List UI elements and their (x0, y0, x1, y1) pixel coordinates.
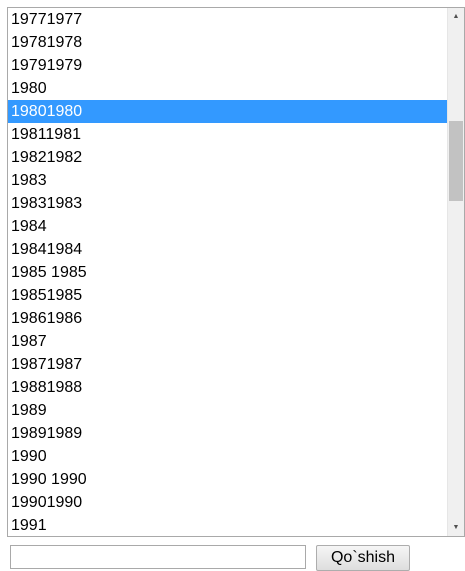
scroll-up-arrow-icon[interactable]: ▲ (448, 8, 464, 25)
list-item[interactable]: 1983 (8, 169, 447, 192)
list-item[interactable]: 19841984 (8, 238, 447, 261)
list-item[interactable]: 1990 (8, 445, 447, 468)
list-item[interactable]: 1987 (8, 330, 447, 353)
scroll-down-arrow-icon[interactable]: ▼ (448, 519, 464, 536)
list-item[interactable]: 1989 (8, 399, 447, 422)
list-item[interactable]: 1980 (8, 77, 447, 100)
list-item[interactable]: 19881988 (8, 376, 447, 399)
list-item[interactable]: 19861986 (8, 307, 447, 330)
list-item[interactable]: 19901990 (8, 491, 447, 514)
list-item[interactable]: 19791979 (8, 54, 447, 77)
list-item[interactable]: 1984 (8, 215, 447, 238)
list-item[interactable]: 19781978 (8, 31, 447, 54)
list-item[interactable]: 19871987 (8, 353, 447, 376)
add-button[interactable]: Qo`shish (316, 545, 410, 571)
year-list[interactable]: 19771977 19781978 19791979 1980 19801980 1981… (8, 8, 447, 536)
list-item[interactable]: 19831983 (8, 192, 447, 215)
add-text-input[interactable] (10, 545, 306, 569)
scrollbar-thumb[interactable] (449, 121, 463, 201)
list-item[interactable]: 19811981 (8, 123, 447, 146)
list-item-selected[interactable]: 19801980 (8, 100, 447, 123)
list-item[interactable]: 19821982 (8, 146, 447, 169)
vertical-scrollbar[interactable]: ▲ ▼ (447, 8, 464, 536)
list-item[interactable]: 19891989 (8, 422, 447, 445)
list-item[interactable]: 1991 (8, 514, 447, 536)
year-listbox[interactable]: 19771977 19781978 19791979 1980 19801980 1981… (7, 7, 465, 537)
list-item[interactable]: 1990 1990 (8, 468, 447, 491)
list-item[interactable]: 19851985 (8, 284, 447, 307)
list-item[interactable]: 1985 1985 (8, 261, 447, 284)
list-item[interactable]: 19771977 (8, 8, 447, 31)
